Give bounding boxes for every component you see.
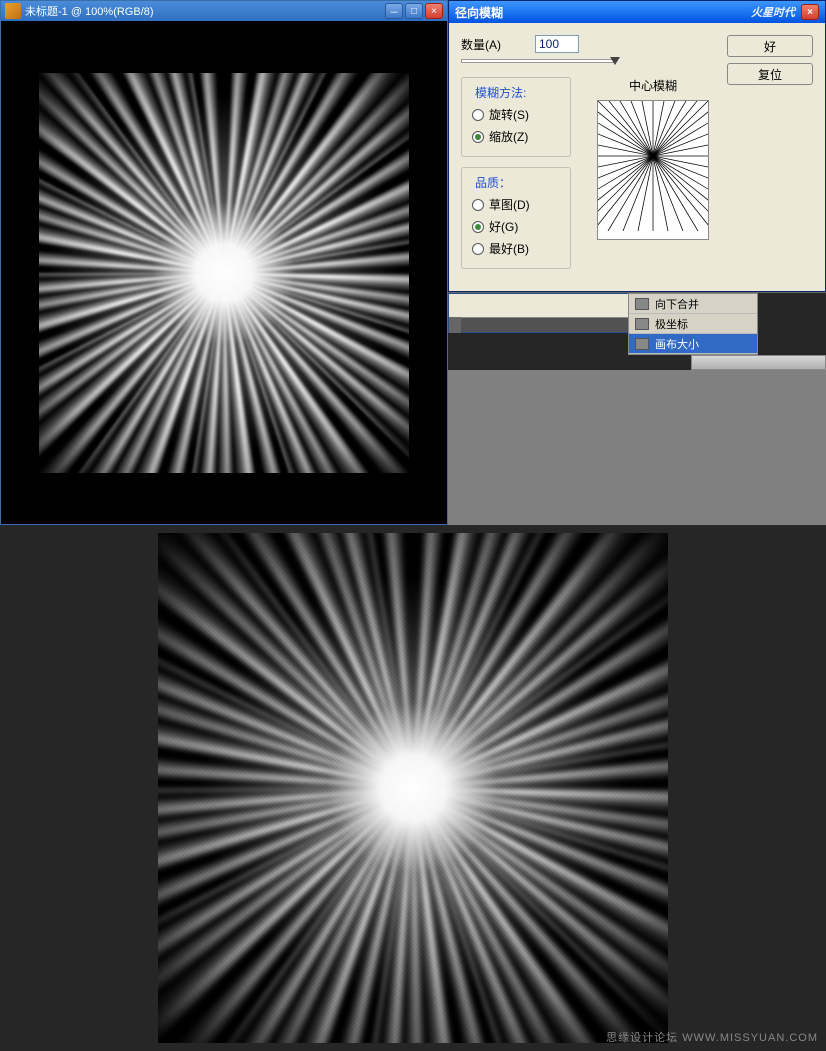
history-item-polar[interactable]: 极坐标 (629, 314, 757, 334)
result-image-area: 思缘设计论坛 WWW.MISSYUAN.COM (0, 525, 826, 1051)
dialog-titlebar[interactable]: 径向模糊 火星时代 × (449, 1, 825, 23)
quality-best-label: 最好(B) (489, 240, 529, 257)
document-title: 未标题-1 @ 100%(RGB/8) (25, 3, 385, 19)
radio-icon (472, 131, 484, 143)
document-canvas[interactable] (1, 21, 447, 524)
radial-blur-dialog: 径向模糊 火星时代 × 数量(A) 模糊方法: (448, 0, 826, 292)
maximize-button[interactable]: □ (405, 3, 423, 19)
radio-icon (472, 109, 484, 121)
slider-thumb[interactable] (610, 57, 620, 65)
history-item-label: 极坐标 (655, 316, 688, 332)
amount-slider[interactable] (461, 59, 616, 63)
quality-group: 品质： 草图(D) 好(G) (461, 167, 571, 269)
history-step-icon (635, 318, 649, 330)
document-window: 未标题-1 @ 100%(RGB/8) － □ × (0, 0, 448, 525)
panel-footer (691, 355, 826, 370)
reset-button[interactable]: 复位 (727, 63, 813, 85)
ok-button[interactable]: 好 (727, 35, 813, 57)
document-titlebar[interactable]: 未标题-1 @ 100%(RGB/8) － □ × (1, 1, 447, 21)
history-item-label: 画布大小 (655, 336, 699, 352)
panel-strip: 向下合并 极坐标 画布大小 (448, 292, 826, 370)
workspace-background (448, 370, 826, 525)
dialog-close-button[interactable]: × (801, 4, 819, 20)
quality-good-label: 好(G) (489, 218, 518, 235)
minimize-button[interactable]: － (385, 3, 403, 19)
method-spin-radio[interactable]: 旋转(S) (472, 106, 560, 123)
amount-input[interactable] (535, 35, 579, 53)
history-item-label: 向下合并 (655, 296, 699, 312)
close-button[interactable]: × (425, 3, 443, 19)
method-zoom-label: 缩放(Z) (489, 128, 528, 145)
quality-draft-radio[interactable]: 草图(D) (472, 196, 560, 213)
tool-icon[interactable] (459, 317, 461, 333)
site-watermark: 思缘设计论坛 WWW.MISSYUAN.COM (606, 1029, 818, 1045)
history-item-canvas-size[interactable]: 画布大小 (629, 334, 757, 354)
radio-icon (472, 221, 484, 233)
app-icon (5, 3, 21, 19)
radio-icon (472, 243, 484, 255)
amount-label: 数量(A) (461, 36, 501, 53)
radio-icon (472, 199, 484, 211)
brand-watermark: 火星时代 (751, 4, 795, 20)
history-item-merge-down[interactable]: 向下合并 (629, 294, 757, 314)
method-spin-label: 旋转(S) (489, 106, 529, 123)
method-zoom-radio[interactable]: 缩放(Z) (472, 128, 560, 145)
blur-center-preview[interactable] (597, 100, 709, 240)
history-step-icon (635, 298, 649, 310)
panel-toolbar (449, 318, 628, 332)
blur-method-group: 模糊方法: 旋转(S) 缩放(Z) (461, 77, 571, 157)
result-image (158, 533, 668, 1043)
canvas-image (39, 73, 409, 473)
preview-label: 中心模糊 (629, 77, 677, 94)
preview-graphic (597, 100, 709, 231)
history-panel: 向下合并 极坐标 画布大小 (628, 293, 758, 355)
method-legend: 模糊方法: (472, 84, 529, 101)
quality-good-radio[interactable]: 好(G) (472, 218, 560, 235)
quality-legend: 品质： (472, 174, 514, 191)
quality-best-radio[interactable]: 最好(B) (472, 240, 560, 257)
dialog-title: 径向模糊 (455, 4, 751, 21)
quality-draft-label: 草图(D) (489, 196, 530, 213)
history-step-icon (635, 338, 649, 350)
